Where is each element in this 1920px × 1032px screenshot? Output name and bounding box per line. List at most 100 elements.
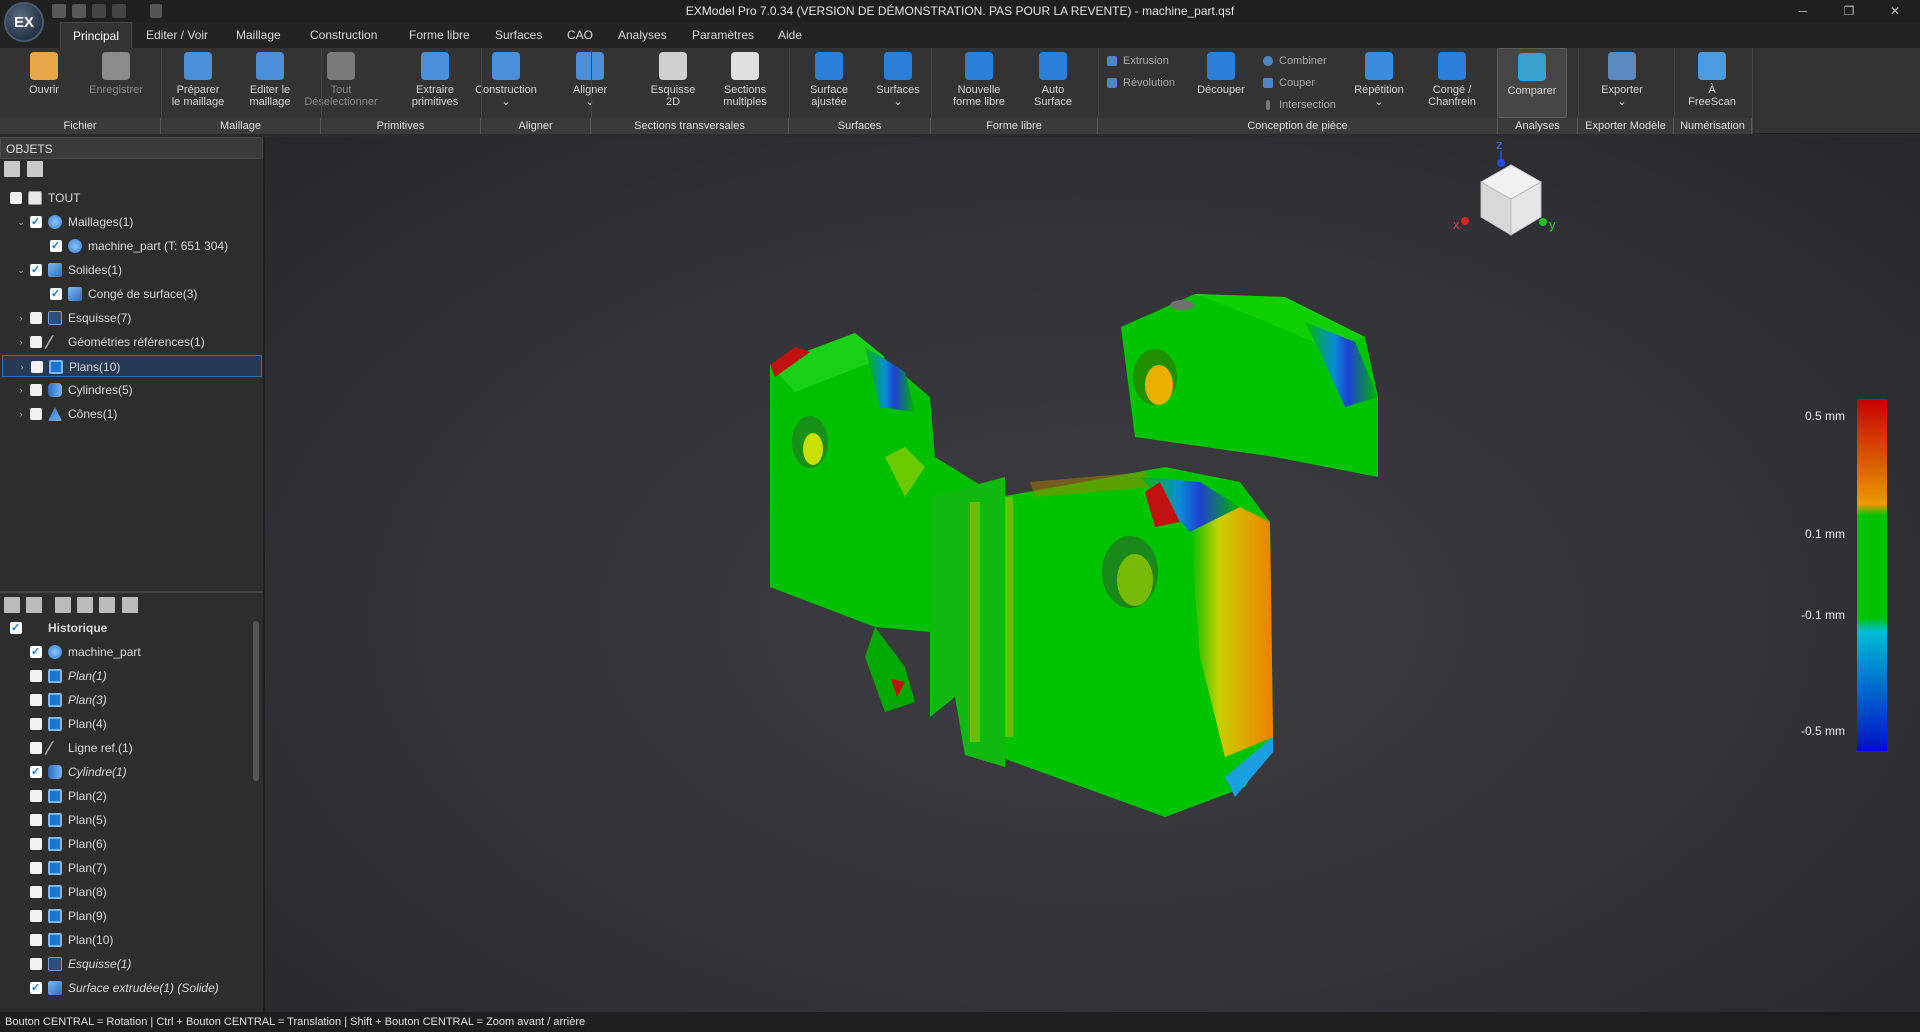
minimize-button[interactable]: ─: [1780, 0, 1826, 22]
history-item[interactable]: machine_part: [2, 641, 262, 663]
menu-tab-8[interactable]: Paramètres: [680, 22, 766, 48]
intersection-button[interactable]: Intersection: [1263, 97, 1336, 113]
close-button[interactable]: ✕: [1872, 0, 1918, 22]
visibility-checkbox[interactable]: [30, 934, 42, 946]
expand-all-icon[interactable]: [4, 161, 20, 177]
ribbon-button-auto-surface[interactable]: Auto Surface: [1020, 48, 1086, 118]
history-item[interactable]: Plan(1): [2, 665, 262, 687]
ribbon-button-folder[interactable]: Ouvrir: [14, 48, 74, 118]
history-item[interactable]: Plan(2): [2, 785, 262, 807]
visibility-checkbox[interactable]: [30, 838, 42, 850]
visibility-checkbox[interactable]: [30, 408, 42, 420]
history-item[interactable]: Esquisse(1): [2, 953, 262, 975]
list-view-icon[interactable]: [4, 597, 20, 613]
history-item[interactable]: Cylindre(1): [2, 761, 262, 783]
ribbon-button-fillet[interactable]: Congé / Chanfrein: [1420, 48, 1484, 118]
visibility-checkbox[interactable]: [31, 361, 43, 373]
visibility-checkbox[interactable]: [30, 886, 42, 898]
history-item[interactable]: Ligne ref.(1): [2, 737, 262, 759]
menu-tab-4[interactable]: Forme libre: [397, 22, 482, 48]
expand-arrow-icon[interactable]: ›: [16, 379, 26, 401]
ribbon-button-align[interactable]: Aligner ⌄: [560, 48, 620, 118]
ribbon-button-sketch[interactable]: Esquisse 2D: [644, 48, 702, 118]
3d-viewport[interactable]: z x y 0.5 mm 0.1 mm -0.1 mm -0.5 mm: [265, 137, 1920, 1012]
visibility-checkbox[interactable]: [30, 641, 42, 663]
visibility-checkbox[interactable]: [30, 259, 42, 281]
history-item[interactable]: Plan(5): [2, 809, 262, 831]
menu-tab-2[interactable]: Maillage: [224, 22, 293, 48]
history-item[interactable]: Plan(4): [2, 713, 262, 735]
ribbon-button-pattern[interactable]: Répétition ⌄: [1346, 48, 1412, 118]
visibility-checkbox[interactable]: [30, 742, 42, 754]
viewport-canvas[interactable]: z x y: [265, 137, 1920, 1012]
machine-part-mesh[interactable]: [770, 294, 1378, 817]
history-scrollbar[interactable]: [253, 621, 259, 781]
visibility-checkbox[interactable]: [30, 718, 42, 730]
filter-icon[interactable]: [77, 597, 94, 613]
extrusion-button[interactable]: Extrusion: [1107, 53, 1169, 69]
visibility-checkbox[interactable]: [30, 336, 42, 348]
ribbon-button-freeform[interactable]: Nouvelle forme libre: [946, 48, 1012, 118]
object-tree-item[interactable]: › Plans(10): [2, 355, 262, 377]
object-tree-item[interactable]: › Esquisse(7): [2, 307, 262, 329]
app-logo[interactable]: EX: [4, 2, 44, 42]
combine-button[interactable]: Combiner: [1263, 53, 1327, 69]
history-item[interactable]: Plan(9): [2, 905, 262, 927]
play-icon[interactable]: [54, 597, 71, 613]
visibility-checkbox[interactable]: [30, 790, 42, 802]
revolution-button[interactable]: Révolution: [1107, 75, 1175, 91]
ribbon-button-export[interactable]: Exporter ⌄: [1594, 48, 1650, 118]
history-item[interactable]: Surface extrudée(1) (Solide): [2, 977, 262, 999]
tree-view-icon[interactable]: [26, 597, 43, 613]
menu-tab-6[interactable]: CAO: [555, 22, 605, 48]
visibility-checkbox[interactable]: [30, 977, 42, 999]
filter-icon[interactable]: [27, 161, 44, 177]
visibility-checkbox[interactable]: [30, 814, 42, 826]
visibility-checkbox[interactable]: [30, 312, 42, 324]
collapse-arrow-icon[interactable]: ⌄: [16, 211, 26, 233]
object-tree-item[interactable]: ⌄ Maillages(1): [2, 211, 262, 233]
ribbon-button-deselect[interactable]: Tout Déselectionner: [302, 48, 380, 118]
ribbon-button-surfaces[interactable]: Surfaces ⌄: [866, 48, 930, 118]
object-tree-item[interactable]: › Cylindres(5): [2, 379, 262, 401]
history-item[interactable]: Plan(6): [2, 833, 262, 855]
menu-tab-9[interactable]: Aide: [766, 22, 814, 48]
object-tree-item[interactable]: Congé de surface(3): [2, 283, 262, 305]
ribbon-button-freescan[interactable]: À FreeScan: [1684, 48, 1740, 118]
visibility-checkbox[interactable]: [30, 211, 42, 233]
collapse-arrow-icon[interactable]: ⌄: [16, 259, 26, 281]
orientation-cube[interactable]: z x y: [1453, 137, 1556, 236]
ribbon-button-sections[interactable]: Sections multiples: [712, 48, 778, 118]
menu-tab-5[interactable]: Surfaces: [483, 22, 554, 48]
visibility-checkbox[interactable]: [30, 761, 42, 783]
object-tree-item[interactable]: TOUT: [2, 187, 262, 209]
visibility-checkbox[interactable]: [30, 670, 42, 682]
object-tree-item[interactable]: ⌄ Solides(1): [2, 259, 262, 281]
visibility-checkbox[interactable]: [30, 862, 42, 874]
history-item[interactable]: Plan(10): [2, 929, 262, 951]
visibility-checkbox[interactable]: [30, 958, 42, 970]
expand-arrow-icon[interactable]: ›: [16, 307, 26, 329]
visibility-checkbox[interactable]: [50, 235, 62, 257]
ribbon-button-fit-surface[interactable]: Surface ajustée: [800, 48, 858, 118]
ribbon-button-compare[interactable]: Comparer: [1497, 48, 1567, 118]
history-header-row[interactable]: Historique: [2, 617, 262, 639]
menu-tab-0[interactable]: Principal: [60, 22, 133, 48]
object-tree-item[interactable]: › Géométries références(1): [2, 331, 262, 353]
expand-arrow-icon[interactable]: ›: [16, 403, 26, 425]
visibility-checkbox[interactable]: [10, 192, 22, 204]
menu-tab-3[interactable]: Construction: [298, 22, 389, 48]
history-item[interactable]: Plan(8): [2, 881, 262, 903]
maximize-button[interactable]: ❐: [1826, 0, 1872, 22]
history-item[interactable]: Plan(3): [2, 689, 262, 711]
history-item[interactable]: Plan(7): [2, 857, 262, 879]
visibility-checkbox[interactable]: [30, 910, 42, 922]
expand-arrow-icon[interactable]: ›: [17, 356, 27, 378]
menu-tab-1[interactable]: Editer / Voir: [134, 22, 220, 48]
object-tree-item[interactable]: machine_part (T: 651 304): [2, 235, 262, 257]
visibility-checkbox[interactable]: [30, 384, 42, 396]
ribbon-button-cut[interactable]: Découper: [1188, 48, 1254, 118]
object-tree-item[interactable]: › Cônes(1): [2, 403, 262, 425]
ribbon-button-mesh-prepare[interactable]: Préparer le maillage: [168, 48, 228, 118]
subtract-button[interactable]: Couper: [1263, 75, 1315, 91]
